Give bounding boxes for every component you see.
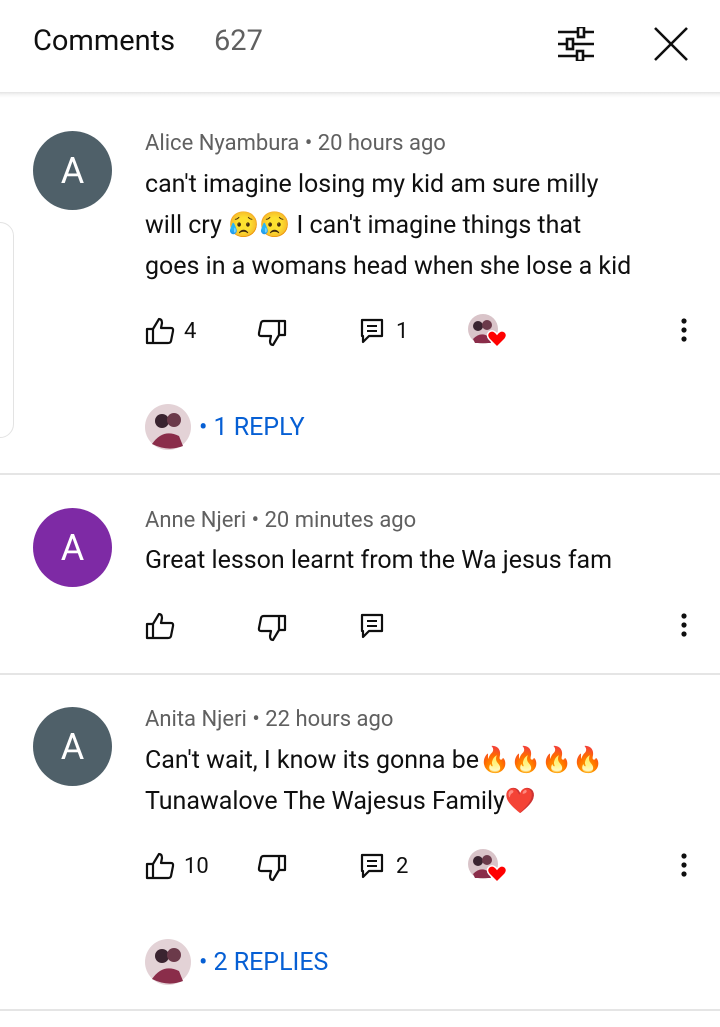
reply-icon xyxy=(360,853,384,879)
comment-author[interactable]: Anne Njeri xyxy=(145,508,246,533)
avatar[interactable]: A xyxy=(33,508,112,587)
sliders-icon[interactable] xyxy=(556,25,596,63)
creator-avatar xyxy=(145,404,191,450)
header-divider xyxy=(0,92,720,98)
dot-separator: • xyxy=(199,947,208,977)
like-button[interactable] xyxy=(145,612,175,640)
comment-meta: Alice Nyambura • 20 hours ago xyxy=(145,131,446,156)
reply-icon xyxy=(360,318,384,344)
dislike-button[interactable] xyxy=(257,614,287,642)
like-count: 10 xyxy=(184,853,209,879)
comment-author[interactable]: Anita Njeri xyxy=(145,707,247,732)
reply-button[interactable]: 1 xyxy=(360,317,408,345)
comment-meta: Anita Njeri • 22 hours ago xyxy=(145,707,393,732)
view-replies-label: 2 REPLIES xyxy=(213,947,329,977)
dislike-button[interactable] xyxy=(257,854,287,882)
comment-divider xyxy=(0,473,720,475)
reply-button[interactable] xyxy=(360,612,384,640)
like-count: 4 xyxy=(184,318,197,344)
thumbs-up-icon xyxy=(145,612,175,640)
meta-separator: • xyxy=(252,707,266,732)
comment-divider xyxy=(0,1009,720,1011)
reply-button[interactable]: 2 xyxy=(360,852,408,880)
creator-avatar xyxy=(145,939,191,985)
view-replies-button[interactable]: • 2 REPLIES xyxy=(145,938,328,986)
reply-icon xyxy=(360,613,384,639)
meta-separator: • xyxy=(251,508,265,533)
view-replies-button[interactable]: • 1 REPLY xyxy=(145,403,305,451)
more-options-icon[interactable] xyxy=(676,852,692,880)
avatar[interactable]: A xyxy=(33,131,112,210)
creator-heart-icon xyxy=(467,848,509,884)
thumbs-up-icon xyxy=(145,317,175,345)
avatar[interactable]: A xyxy=(33,707,112,786)
comment-text: Great lesson learnt from the Wa jesus fa… xyxy=(145,540,705,581)
like-button[interactable]: 4 xyxy=(145,317,196,345)
comment-time: 20 hours ago xyxy=(317,131,446,156)
dot-separator: • xyxy=(199,412,208,442)
page-title: Comments xyxy=(33,24,176,58)
comment-text-line: Tunawalove The Wajesus Family❤️ xyxy=(145,787,536,816)
comment-author[interactable]: Alice Nyambura xyxy=(145,131,299,156)
comment-text-line: Can't wait, I know its gonna be🔥🔥🔥🔥 xyxy=(145,746,604,775)
comment-count: 627 xyxy=(214,24,263,58)
comment-divider xyxy=(0,673,720,675)
comments-header: Comments 627 xyxy=(0,0,720,92)
comment-time: 20 minutes ago xyxy=(264,508,417,533)
meta-separator: • xyxy=(304,131,318,156)
close-icon[interactable] xyxy=(653,26,689,62)
like-button[interactable]: 10 xyxy=(145,852,209,880)
comment-text: Can't wait, I know its gonna be🔥🔥🔥🔥 Tuna… xyxy=(145,740,705,822)
thumbs-down-icon xyxy=(257,854,287,882)
reply-count: 1 xyxy=(396,318,409,344)
comment-text-line: Great lesson learnt from the Wa jesus fa… xyxy=(145,546,613,575)
comment-text-line: will cry 😥😥 I can't imagine things that xyxy=(145,211,582,240)
view-replies-label: 1 REPLY xyxy=(213,412,305,442)
creator-heart-icon xyxy=(467,313,509,349)
comment-meta: Anne Njeri • 20 minutes ago xyxy=(145,508,416,533)
more-options-icon[interactable] xyxy=(676,612,692,640)
thumbs-down-icon xyxy=(257,319,287,347)
comment-text-line: can't imagine losing my kid am sure mill… xyxy=(145,170,599,199)
thumbs-up-icon xyxy=(145,852,175,880)
comment-time: 22 hours ago xyxy=(265,707,394,732)
side-panel-edge xyxy=(0,222,14,438)
more-options-icon[interactable] xyxy=(676,317,692,345)
reply-count: 2 xyxy=(396,853,409,879)
thumbs-down-icon xyxy=(257,614,287,642)
comment-text: can't imagine losing my kid am sure mill… xyxy=(145,164,705,287)
dislike-button[interactable] xyxy=(257,319,287,347)
comment-text-line: goes in a womans head when she lose a ki… xyxy=(145,252,632,281)
